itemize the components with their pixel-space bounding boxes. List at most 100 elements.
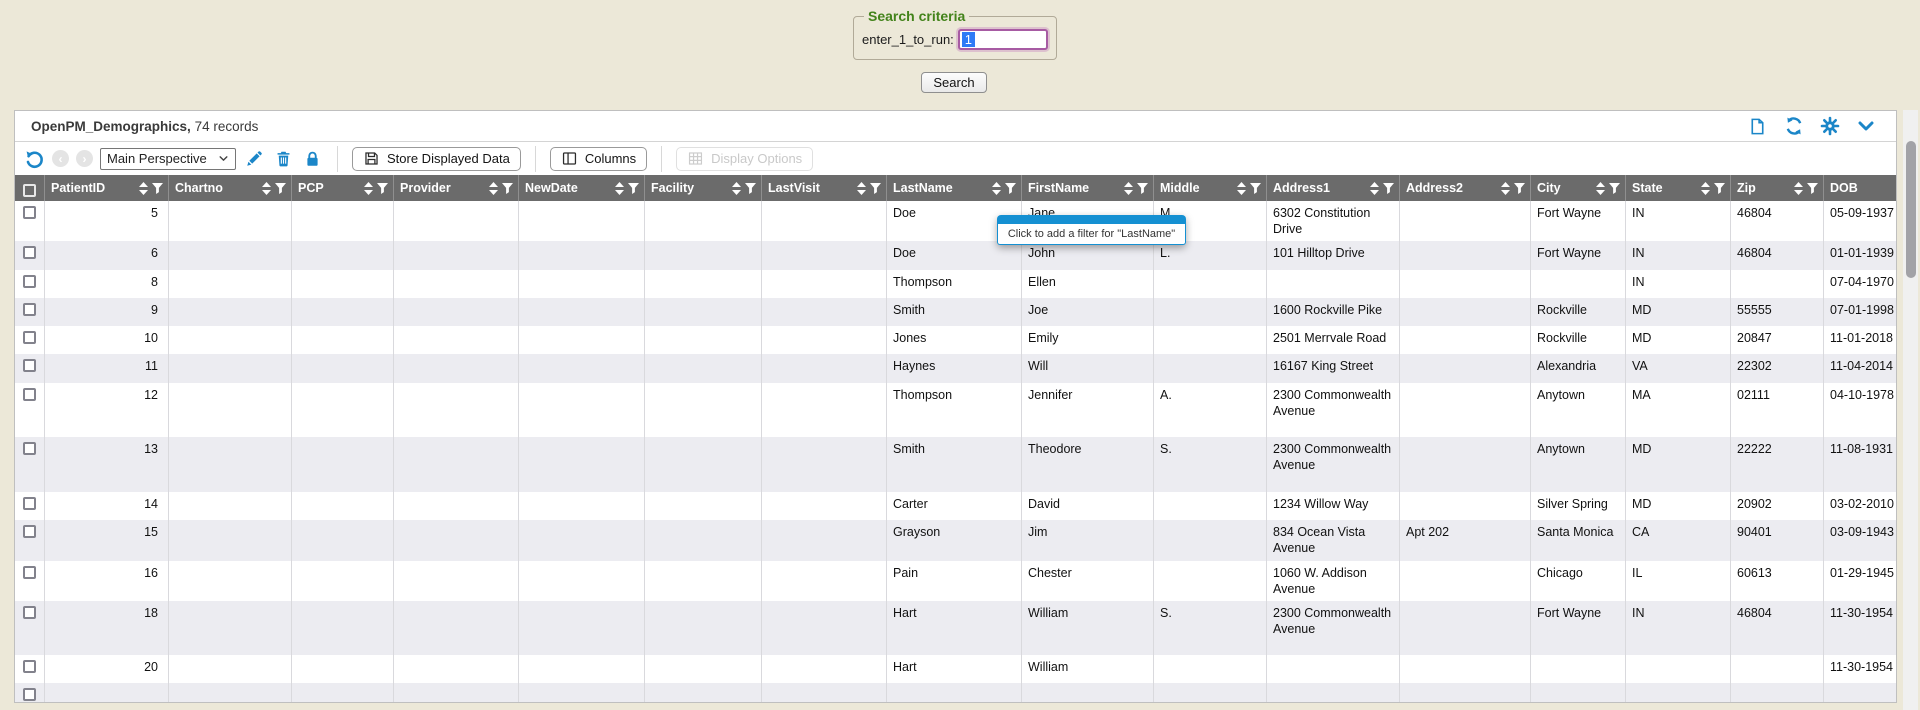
column-header-chartno[interactable]: Chartno (169, 175, 292, 201)
column-header-lastvisit[interactable]: LastVisit (762, 175, 887, 201)
filter-funnel-icon[interactable] (870, 183, 881, 194)
row-checkbox[interactable] (23, 660, 36, 673)
cell-address2 (1400, 298, 1531, 326)
cell-state: VA (1626, 354, 1731, 383)
perspective-select[interactable]: Main Perspective (100, 148, 236, 170)
sort-icon[interactable] (615, 182, 624, 195)
results-panel: OpenPM_Demographics, 74 records ‹ › Main… (14, 110, 1897, 703)
column-header-pcp[interactable]: PCP (292, 175, 394, 201)
sort-icon[interactable] (857, 182, 866, 195)
sort-icon[interactable] (489, 182, 498, 195)
column-header-patientid[interactable]: PatientID (45, 175, 169, 201)
vertical-scrollbar-thumb[interactable] (1906, 141, 1916, 278)
row-checkbox[interactable] (23, 388, 36, 401)
filter-funnel-icon[interactable] (628, 183, 639, 194)
sort-icon[interactable] (732, 182, 741, 195)
row-checkbox[interactable] (23, 359, 36, 372)
table-row[interactable]: 12ThompsonJenniferA.2300 Commonwealth Av… (15, 383, 1897, 437)
table-row-partial[interactable] (15, 683, 1897, 703)
filter-funnel-icon[interactable] (1383, 183, 1394, 194)
cell-facility (645, 601, 762, 655)
row-checkbox[interactable] (23, 442, 36, 455)
column-header-zip[interactable]: Zip (1731, 175, 1824, 201)
table-row[interactable]: 11HaynesWill16167 King StreetAlexandriaV… (15, 354, 1897, 383)
row-checkbox[interactable] (23, 688, 36, 701)
filter-funnel-icon[interactable] (1714, 183, 1725, 194)
table-row[interactable]: 18HartWilliamS.2300 Commonwealth AvenueF… (15, 601, 1897, 655)
column-header-lastname[interactable]: LastName (887, 175, 1022, 201)
row-checkbox[interactable] (23, 566, 36, 579)
sort-icon[interactable] (1501, 182, 1510, 195)
filter-funnel-icon[interactable] (1250, 183, 1261, 194)
row-checkbox[interactable] (23, 497, 36, 510)
new-document-icon[interactable] (1747, 116, 1768, 137)
chevron-down-icon[interactable] (1855, 116, 1876, 137)
row-checkbox[interactable] (23, 606, 36, 619)
table-row[interactable]: 6DoeJohnL.101 Hilltop DriveFort WayneIN4… (15, 241, 1897, 270)
row-checkbox[interactable] (23, 331, 36, 344)
column-header-middle[interactable]: Middle (1154, 175, 1267, 201)
column-header-city[interactable]: City (1531, 175, 1626, 201)
column-header-dob[interactable]: DOB (1824, 175, 1897, 201)
store-displayed-data-button[interactable]: Store Displayed Data (352, 147, 521, 171)
column-header-address2[interactable]: Address2 (1400, 175, 1531, 201)
columns-button[interactable]: Columns (550, 147, 647, 171)
filter-funnel-icon[interactable] (1005, 183, 1016, 194)
refresh-icon[interactable] (1783, 116, 1804, 137)
row-checkbox[interactable] (23, 246, 36, 259)
table-row[interactable]: 20HartWilliam11-30-1954 (15, 655, 1897, 683)
filter-funnel-icon[interactable] (275, 183, 286, 194)
filter-funnel-icon[interactable] (1514, 183, 1525, 194)
row-checkbox[interactable] (23, 303, 36, 316)
column-header-address1[interactable]: Address1 (1267, 175, 1400, 201)
search-button[interactable]: Search (921, 72, 986, 93)
sort-icon[interactable] (364, 182, 373, 195)
table-row[interactable]: 14CarterDavid1234 Willow WaySilver Sprin… (15, 492, 1897, 520)
prev-icon[interactable]: ‹ (52, 150, 69, 167)
sort-icon[interactable] (992, 182, 1001, 195)
sort-icon[interactable] (1596, 182, 1605, 195)
filter-funnel-icon[interactable] (502, 183, 513, 194)
sort-icon[interactable] (139, 182, 148, 195)
sort-icon[interactable] (1701, 182, 1710, 195)
sort-icon[interactable] (262, 182, 271, 195)
column-header-facility[interactable]: Facility (645, 175, 762, 201)
gear-icon[interactable] (1819, 116, 1840, 137)
filter-funnel-icon[interactable] (745, 183, 756, 194)
row-checkbox[interactable] (23, 275, 36, 288)
cell-address2 (1400, 655, 1531, 683)
table-row[interactable]: 15GraysonJim834 Ocean Vista AvenueApt 20… (15, 520, 1897, 561)
table-row[interactable]: 16PainChester1060 W. Addison AvenueChica… (15, 561, 1897, 601)
row-checkbox[interactable] (23, 206, 36, 219)
filter-funnel-icon[interactable] (152, 183, 163, 194)
next-icon[interactable]: › (76, 150, 93, 167)
filter-funnel-icon[interactable] (377, 183, 388, 194)
edit-pencil-icon[interactable] (243, 148, 265, 170)
table-row[interactable]: 5DoeJaneM.6302 Constitution DriveFort Wa… (15, 201, 1897, 241)
cell-newdate (519, 241, 645, 270)
sort-icon[interactable] (1370, 182, 1379, 195)
table-row[interactable]: 13SmithTheodoreS.2300 Commonwealth Avenu… (15, 437, 1897, 492)
delete-trash-icon[interactable] (272, 148, 294, 170)
column-header-firstname[interactable]: FirstName (1022, 175, 1154, 201)
perspective-selected-value: Main Perspective (107, 151, 214, 166)
filter-funnel-icon[interactable] (1137, 183, 1148, 194)
sort-icon[interactable] (1124, 182, 1133, 195)
select-all-checkbox[interactable] (23, 184, 36, 197)
row-checkbox[interactable] (23, 525, 36, 538)
column-header-state[interactable]: State (1626, 175, 1731, 201)
table-row[interactable]: 9SmithJoe1600 Rockville PikeRockvilleMD5… (15, 298, 1897, 326)
table-row[interactable]: 10JonesEmily2501 Merrvale RoadRockvilleM… (15, 326, 1897, 354)
filter-funnel-icon[interactable] (1609, 183, 1620, 194)
search-input[interactable]: 1 (958, 29, 1048, 50)
cell-provider (394, 201, 519, 241)
column-header-provider[interactable]: Provider (394, 175, 519, 201)
undo-icon[interactable] (23, 148, 45, 170)
filter-funnel-icon[interactable] (1807, 183, 1818, 194)
column-header-newdate[interactable]: NewDate (519, 175, 645, 201)
vertical-scrollbar-track[interactable] (1903, 110, 1918, 710)
sort-icon[interactable] (1794, 182, 1803, 195)
lock-icon[interactable] (301, 148, 323, 170)
table-row[interactable]: 8ThompsonEllenIN07-04-1970 (15, 270, 1897, 298)
sort-icon[interactable] (1237, 182, 1246, 195)
